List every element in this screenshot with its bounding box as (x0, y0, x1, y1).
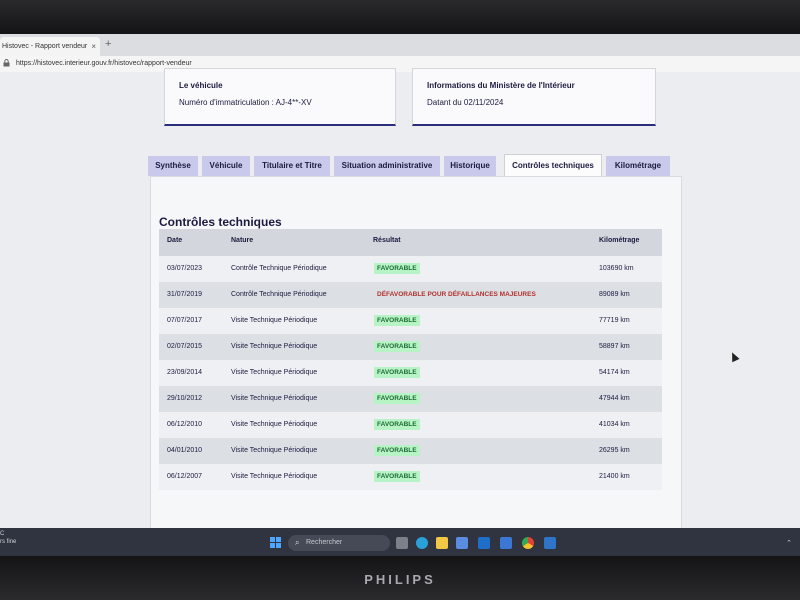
tab-controles-techniques[interactable]: Contrôles techniques (504, 154, 602, 176)
table-row: 02/07/2015 Visite Technique Périodique F… (159, 334, 662, 360)
status-badge: FAVORABLE (374, 445, 420, 456)
row-date: 03/07/2023 (167, 265, 203, 272)
lock-icon (3, 59, 10, 69)
row-date: 29/10/2012 (167, 395, 203, 402)
tab-kilometrage[interactable]: Kilométrage (606, 156, 670, 176)
header-resultat: Résultat (373, 237, 401, 244)
status-badge: FAVORABLE (374, 367, 420, 378)
tab-vehicule[interactable]: Véhicule (202, 156, 250, 176)
row-nature: Visite Technique Périodique (231, 369, 318, 376)
status-badge: FAVORABLE (374, 341, 420, 352)
row-km: 77719 km (599, 317, 630, 324)
system-tray-chevron-icon[interactable]: ⌃ (786, 539, 792, 547)
header-nature: Nature (231, 237, 254, 244)
table-row: 31/07/2019 Contrôle Technique Périodique… (159, 282, 662, 308)
monitor-bezel-top (0, 0, 800, 34)
row-date: 07/07/2017 (167, 317, 203, 324)
calendar-icon[interactable] (500, 537, 512, 549)
status-badge: FAVORABLE (374, 471, 420, 482)
row-km: 58897 km (599, 343, 630, 350)
monitor-brand-logo: PHILIPS (364, 572, 436, 587)
store-icon[interactable] (456, 537, 468, 549)
file-explorer-icon[interactable] (436, 537, 448, 549)
row-date: 04/01/2010 (167, 447, 203, 454)
word-icon[interactable] (544, 537, 556, 549)
new-tab-icon[interactable]: + (105, 38, 111, 50)
weather-widget[interactable]: C rs fine (0, 530, 16, 546)
address-bar[interactable]: https://histovec.interieur.gouv.fr/histo… (0, 56, 800, 73)
search-placeholder: Rechercher (306, 539, 343, 546)
weather-text: rs fine (0, 539, 17, 545)
taskbar: C rs fine ⌕ Rechercher ⌃ (0, 528, 800, 558)
row-date: 02/07/2015 (167, 343, 203, 350)
table-row: 07/07/2017 Visite Technique Périodique F… (159, 308, 662, 334)
row-nature: Visite Technique Périodique (231, 395, 318, 402)
status-badge: FAVORABLE (374, 315, 420, 326)
tab-titulaire[interactable]: Titulaire et Titre (254, 156, 330, 176)
browser-tabbar: Histovec - Rapport vendeur × + (0, 34, 800, 56)
row-km: 103690 km (599, 265, 634, 272)
task-view-icon[interactable] (396, 537, 408, 549)
chrome-icon[interactable] (522, 537, 534, 549)
row-km: 21400 km (599, 473, 630, 480)
table-row: 23/09/2014 Visite Technique Périodique F… (159, 360, 662, 386)
table-row: 06/12/2007 Visite Technique Périodique F… (159, 464, 662, 490)
row-km: 41034 km (599, 421, 630, 428)
table-row: 03/07/2023 Contrôle Technique Périodique… (159, 256, 662, 282)
search-icon: ⌕ (295, 538, 300, 547)
table-header: Date Nature Résultat Kilométrage (159, 229, 662, 258)
row-nature: Visite Technique Périodique (231, 473, 318, 480)
row-date: 31/07/2019 (167, 291, 203, 298)
outlook-icon[interactable] (478, 537, 490, 549)
page-content: Le véhicule Numéro d'immatriculation : A… (0, 68, 800, 558)
screen: Histovec - Rapport vendeur × + https://h… (0, 34, 800, 558)
status-badge: FAVORABLE (374, 419, 420, 430)
windows-start-icon[interactable] (270, 537, 282, 549)
table-row: 29/10/2012 Visite Technique Périodique F… (159, 386, 662, 412)
row-nature: Visite Technique Périodique (231, 343, 318, 350)
report-date: Datant du 02/11/2024 (427, 98, 504, 107)
row-nature: Visite Technique Périodique (231, 317, 318, 324)
row-date: 06/12/2007 (167, 473, 203, 480)
mouse-cursor-icon (728, 350, 740, 363)
row-km: 47944 km (599, 395, 630, 402)
row-nature: Visite Technique Périodique (231, 447, 318, 454)
tab-situation-administrative[interactable]: Situation administrative (334, 156, 440, 176)
table-row: 04/01/2010 Visite Technique Périodique F… (159, 438, 662, 464)
section-title: Contrôles techniques (159, 215, 282, 229)
row-nature: Contrôle Technique Périodique (231, 265, 327, 272)
browser-tab-title: Histovec - Rapport vendeur (2, 43, 88, 50)
row-km: 26295 km (599, 447, 630, 454)
table-row: 06/12/2010 Visite Technique Périodique F… (159, 412, 662, 438)
controls-panel: Contrôles techniques Date Nature Résulta… (150, 176, 682, 558)
status-badge: FAVORABLE (374, 393, 420, 404)
tab-synthese[interactable]: Synthèse (148, 156, 198, 176)
row-nature: Visite Technique Périodique (231, 421, 318, 428)
weather-temp: C (0, 531, 5, 537)
status-badge: DÉFAVORABLE POUR DÉFAILLANCES MAJEURES (377, 291, 536, 298)
status-badge: FAVORABLE (374, 263, 420, 274)
vehicle-card-title: Le véhicule (179, 81, 223, 90)
vehicle-card: Le véhicule Numéro d'immatriculation : A… (164, 68, 396, 126)
row-date: 06/12/2010 (167, 421, 203, 428)
row-km: 54174 km (599, 369, 630, 376)
registration-number: Numéro d'immatriculation : AJ-4**-XV (179, 98, 312, 107)
header-date: Date (167, 237, 183, 244)
tab-historique[interactable]: Historique (444, 156, 496, 176)
close-icon[interactable]: × (91, 37, 96, 56)
browser-tab[interactable]: Histovec - Rapport vendeur × (0, 37, 100, 56)
row-km: 89089 km (599, 291, 630, 298)
ministry-card: Informations du Ministère de l'Intérieur… (412, 68, 656, 126)
taskbar-search[interactable]: ⌕ Rechercher (288, 535, 390, 551)
header-kilometrage: Kilométrage (599, 237, 640, 244)
edge-icon[interactable] (416, 537, 428, 549)
row-date: 23/09/2014 (167, 369, 203, 376)
row-nature: Contrôle Technique Périodique (231, 291, 327, 298)
ministry-card-title: Informations du Ministère de l'Intérieur (427, 81, 575, 90)
